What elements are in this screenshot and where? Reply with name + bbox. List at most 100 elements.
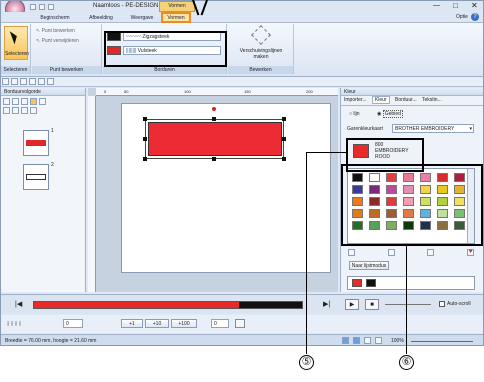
view-icon[interactable]: [364, 337, 371, 344]
radio-area[interactable]: ◉ Gebied: [377, 110, 403, 118]
order-panel-toolbar: [1, 96, 85, 116]
shift-lines-icon: [251, 25, 271, 45]
toolbar-save-icon[interactable]: [20, 78, 27, 85]
order-item-2-number: 2: [51, 162, 54, 168]
order-tool-icon[interactable]: [12, 107, 19, 114]
group-selecteren: Selecteren Selecteren: [1, 24, 31, 74]
order-tool-icon[interactable]: [21, 107, 28, 114]
quick-access: [29, 3, 55, 11]
palette-tools: ♥: [347, 248, 475, 258]
callout-number-five: ⑤: [299, 355, 314, 370]
order-tool-icon[interactable]: [3, 98, 10, 105]
stitch-simulator-bar: |◀ ▶| ▶ ■ Auto-scroll: [1, 294, 483, 314]
order-tool-icon[interactable]: [30, 107, 37, 114]
point-edit-button[interactable]: ↖ Punt bewerken: [36, 28, 75, 34]
step-icons: ∦ ∦ ∦ ∦: [7, 321, 22, 327]
speed-slider[interactable]: [385, 304, 431, 305]
resize-handle[interactable]: [282, 117, 286, 121]
design-area[interactable]: 0 50 100 150 200: [88, 88, 338, 292]
step-plus-1-button[interactable]: +1: [121, 319, 143, 328]
tab-afbeelding[interactable]: Afbeelding: [81, 14, 121, 22]
minimize-button[interactable]: —: [433, 2, 440, 9]
thread-chart-dropdown[interactable]: BROTHER EMBROIDERY ▾: [392, 124, 474, 133]
order-tool-icon[interactable]: [30, 98, 37, 105]
maximize-button[interactable]: □: [453, 1, 458, 10]
brush-icon[interactable]: [427, 249, 435, 256]
point-delete-button[interactable]: ↖ Punt verwijderen: [36, 38, 79, 44]
ribbon: Selecteren Selecteren ↖ Punt bewerken ↖ …: [1, 23, 483, 77]
close-button[interactable]: ✕: [471, 1, 478, 10]
resize-handle[interactable]: [143, 157, 147, 161]
stop-button[interactable]: ■: [365, 299, 379, 310]
size-status: Breedte = 76.00 mm, hoogte = 21.60 mm: [5, 338, 97, 344]
rewind-button[interactable]: |◀: [15, 300, 22, 308]
order-tool-icon[interactable]: [21, 98, 28, 105]
step-plus-100-button[interactable]: +100: [171, 319, 197, 328]
eyedropper-icon[interactable]: [387, 249, 395, 256]
radio-line[interactable]: ○ lijn: [349, 111, 360, 117]
quick-toolbar: [1, 77, 483, 87]
ruler-tick: 200: [306, 89, 313, 94]
resize-handle[interactable]: [212, 117, 216, 121]
order-tool-icon[interactable]: [3, 107, 10, 114]
thread-icon[interactable]: [348, 249, 355, 256]
shift-lines-label: Verschuivingslijnen maken: [239, 48, 283, 60]
view-icon[interactable]: [353, 337, 360, 344]
order-item-2[interactable]: [23, 164, 49, 190]
tab-borduur[interactable]: Borduur...: [395, 97, 417, 103]
group-label-bewerken: Bewerken: [228, 66, 293, 74]
red-rectangle-shape[interactable]: [148, 122, 282, 156]
callout-box-palette: [341, 164, 483, 246]
context-tab-header: Vormen: [159, 1, 195, 12]
view-icon[interactable]: [375, 337, 382, 344]
option-menu[interactable]: Optie: [456, 14, 468, 20]
resize-handle[interactable]: [143, 117, 147, 121]
recent-color-red[interactable]: [352, 279, 362, 287]
order-tool-icon[interactable]: [12, 98, 19, 105]
heart-icon[interactable]: ♥: [466, 249, 474, 256]
resize-handle[interactable]: [282, 157, 286, 161]
toolbar-open-icon[interactable]: [11, 78, 18, 85]
radio-area-label: Gebied: [382, 110, 403, 118]
zoom-slider[interactable]: [411, 341, 473, 342]
end-button[interactable]: ▶|: [323, 300, 330, 308]
resize-handle[interactable]: [212, 157, 216, 161]
toolbar-grid-icon[interactable]: [29, 78, 36, 85]
toolbar-check-icon[interactable]: [47, 78, 54, 85]
help-icon[interactable]: ?: [471, 13, 479, 21]
undo-icon[interactable]: [48, 4, 54, 10]
order-item-2-thumb: [26, 174, 46, 180]
tab-importer[interactable]: Importer...: [344, 97, 367, 103]
shift-lines-button[interactable]: Verschuivingslijnen maken: [232, 25, 290, 64]
order-tool-icon[interactable]: [39, 98, 46, 105]
view-mode-icons[interactable]: [341, 336, 383, 345]
resize-handle[interactable]: [282, 137, 286, 141]
step-field-value: 0: [66, 321, 69, 327]
recent-color-black[interactable]: [366, 279, 376, 287]
step-field[interactable]: 0: [63, 319, 83, 328]
tab-tekstin[interactable]: Tekstin...: [422, 97, 442, 103]
toolbar-new-icon[interactable]: [2, 78, 9, 85]
tab-vormen[interactable]: Vormen: [161, 12, 191, 23]
select-button[interactable]: Selecteren: [4, 26, 29, 60]
auto-scroll-checkbox[interactable]: [439, 301, 445, 307]
auto-scroll-label: Auto-scroll: [447, 301, 471, 307]
tab-beginscherm[interactable]: Beginscherm: [35, 14, 75, 22]
step-plus-10-button[interactable]: +10: [145, 319, 169, 328]
rotation-handle[interactable]: [212, 107, 216, 111]
play-button[interactable]: ▶: [345, 299, 359, 310]
tab-kleur[interactable]: Kleur: [371, 96, 390, 104]
new-icon[interactable]: [30, 4, 36, 10]
embroidery-order-panel: Borduurvolgorde 1 2: [1, 88, 86, 292]
step-field-2[interactable]: 0: [211, 319, 229, 328]
resize-handle[interactable]: [143, 137, 147, 141]
group-label-punt-bewerken: Punt bewerken: [32, 66, 101, 74]
order-item-1[interactable]: [23, 130, 49, 156]
tab-weergave[interactable]: Weergave: [125, 14, 159, 22]
toolbar-view-icon[interactable]: [38, 78, 45, 85]
order-panel-title: Borduurvolgorde: [1, 88, 85, 96]
list-mode-button[interactable]: Naar lijstmodus: [349, 261, 389, 270]
save-icon[interactable]: [39, 4, 45, 10]
view-icon[interactable]: [342, 337, 349, 344]
step-end-icon[interactable]: [235, 319, 245, 328]
